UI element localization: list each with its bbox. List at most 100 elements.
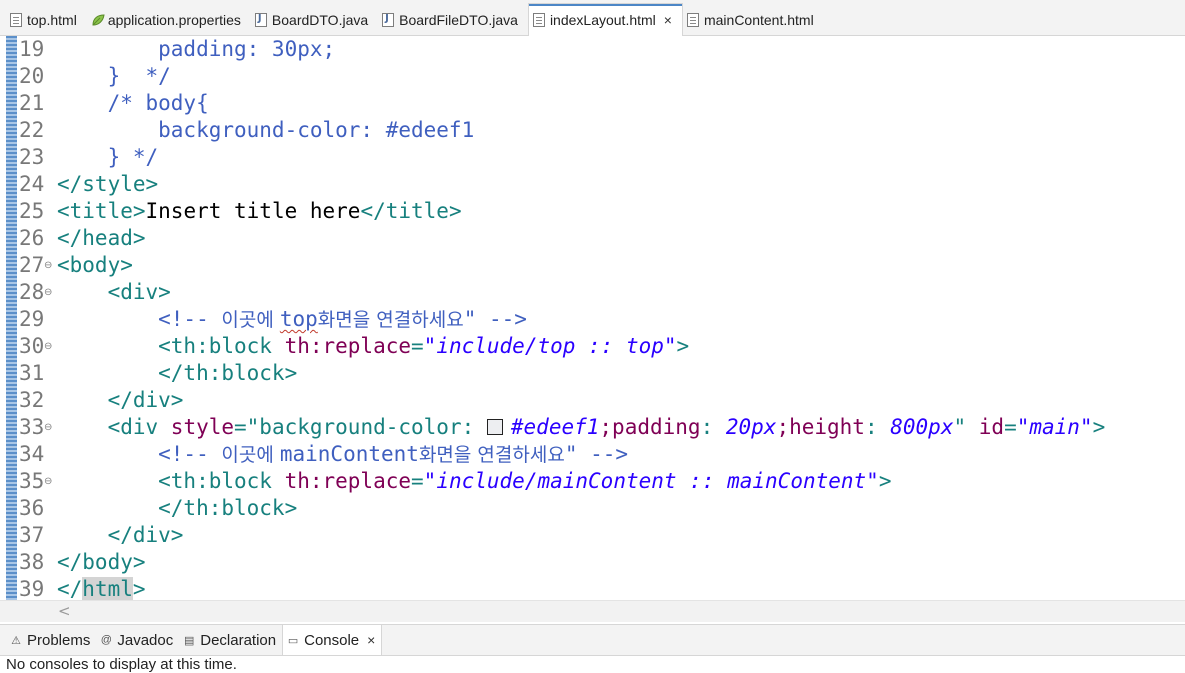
line-number: 20 bbox=[19, 64, 45, 88]
java-file-icon bbox=[382, 13, 395, 27]
editor-tab-label: indexLayout.html bbox=[549, 12, 656, 28]
code-token: <body> bbox=[57, 253, 133, 277]
line-number: 22 bbox=[19, 118, 45, 142]
code-token: <th:block bbox=[57, 469, 285, 493]
code-text: background-color: #edeef1 bbox=[57, 117, 474, 144]
panel-tab-console[interactable]: ▭ Console × bbox=[282, 625, 383, 655]
code-token: "include/mainContent :: mainContent" bbox=[423, 469, 879, 493]
code-token: </div> bbox=[57, 523, 184, 547]
javadoc-icon: @ bbox=[100, 634, 112, 646]
line-number: 21 bbox=[19, 91, 45, 115]
code-token: style bbox=[170, 415, 235, 439]
code-text: </div> bbox=[57, 522, 184, 549]
editor-tab-bar: top.html application.properties BoardDTO.j… bbox=[0, 0, 1185, 36]
editor-tab-boardfiledto-java[interactable]: BoardFileDTO.java bbox=[378, 5, 528, 35]
code-token: /* body{ bbox=[57, 91, 209, 115]
fold-toggle-icon[interactable]: ⊖ bbox=[44, 252, 52, 279]
editor-tab-maincontent-html[interactable]: mainContent.html bbox=[683, 5, 824, 35]
code-token: > bbox=[878, 469, 892, 493]
code-text: </html> bbox=[57, 576, 146, 600]
console-icon: ▭ bbox=[287, 634, 299, 647]
console-view: No consoles to display at this time. bbox=[0, 656, 1185, 673]
code-text: </th:block> bbox=[57, 495, 297, 522]
code-token: </style> bbox=[57, 172, 159, 196]
panel-tab-label: Javadoc bbox=[117, 631, 174, 649]
code-token: background-color: #edeef1 bbox=[57, 118, 475, 142]
line-number: 32 bbox=[19, 388, 45, 412]
code-token: " --> bbox=[463, 307, 527, 331]
editor-horizontal-scrollbar[interactable]: < bbox=[0, 600, 1185, 622]
scroll-left-arrow-icon[interactable]: < bbox=[58, 602, 71, 620]
fold-toggle-icon[interactable]: ⊖ bbox=[44, 414, 52, 441]
code-token: } */ bbox=[57, 64, 171, 88]
code-token: <div> bbox=[57, 280, 171, 304]
code-token: : bbox=[700, 415, 726, 439]
code-text: </head> bbox=[57, 225, 146, 252]
code-token: " --> bbox=[564, 442, 629, 466]
code-token: " bbox=[953, 415, 979, 439]
html-file-icon bbox=[10, 13, 22, 27]
code-text: <div> bbox=[57, 279, 171, 306]
line-number: 37 bbox=[19, 523, 45, 547]
code-token: 화면을 연결하세요 bbox=[317, 309, 464, 331]
code-token: = bbox=[411, 334, 424, 358]
fold-toggle-icon[interactable]: ⊖ bbox=[44, 468, 52, 495]
code-token: } */ bbox=[57, 145, 159, 169]
code-token: ;padding bbox=[599, 415, 701, 439]
code-token: </div> bbox=[57, 388, 184, 412]
code-token: : bbox=[864, 415, 891, 439]
console-empty-message: No consoles to display at this time. bbox=[6, 656, 237, 673]
code-token: </body> bbox=[57, 550, 146, 574]
line-number: 38 bbox=[19, 550, 45, 574]
declaration-icon: ▤ bbox=[184, 634, 195, 647]
editor-tab-boarddto-java[interactable]: BoardDTO.java bbox=[251, 5, 378, 35]
bottom-panel-tab-bar: ⚠ Problems @ Javadoc ▤ Declaration ▭ Console × bbox=[0, 624, 1185, 656]
line-number: 34 bbox=[19, 442, 45, 466]
code-token: th:replace bbox=[284, 469, 412, 493]
line-number: 29 bbox=[19, 307, 45, 331]
code-text: <body> bbox=[57, 252, 133, 279]
editor-tab-indexlayout-html[interactable]: indexLayout.html × bbox=[527, 3, 683, 36]
code-token: html bbox=[82, 577, 133, 600]
editor-tab-top-html[interactable]: top.html bbox=[6, 5, 87, 35]
editor-tab-label: BoardFileDTO.java bbox=[399, 12, 518, 28]
code-token: mainContent bbox=[279, 442, 419, 466]
problems-icon: ⚠ bbox=[11, 634, 21, 647]
line-number: 24 bbox=[19, 172, 45, 196]
panel-tab-label: Console bbox=[304, 631, 360, 649]
panel-tab-declaration[interactable]: ▤ Declaration bbox=[179, 625, 282, 655]
code-token: > bbox=[1092, 415, 1106, 439]
code-token: = bbox=[411, 469, 424, 493]
code-token: <!-- bbox=[57, 442, 222, 466]
code-token: </th:block> bbox=[57, 361, 298, 385]
code-text: <title>Insert title here</title> bbox=[57, 198, 462, 225]
code-token: "main" bbox=[1016, 415, 1093, 439]
code-token: "include/top :: top" bbox=[423, 334, 677, 358]
close-icon[interactable]: × bbox=[664, 12, 672, 28]
code-text: <div style="background-color: #edeef1;pa… bbox=[57, 414, 1106, 441]
code-token: padding: 30px; bbox=[57, 37, 336, 61]
code-text: <!-- 이곳에 top화면을 연결하세요" --> bbox=[57, 306, 527, 334]
code-token: 이곳에 bbox=[221, 309, 280, 331]
code-text: <!-- 이곳에 mainContent화면을 연결하세요" --> bbox=[57, 441, 628, 469]
code-token: Insert title here bbox=[145, 199, 361, 223]
code-token: 800px bbox=[890, 415, 954, 439]
code-token: <th:block bbox=[57, 334, 285, 358]
code-token: ;height bbox=[776, 415, 865, 439]
line-number: 36 bbox=[19, 496, 45, 520]
close-icon[interactable]: × bbox=[367, 632, 375, 648]
code-token: </title> bbox=[360, 199, 462, 223]
line-number: 31 bbox=[19, 361, 45, 385]
line-number: 26 bbox=[19, 226, 45, 250]
panel-tab-label: Problems bbox=[27, 631, 91, 649]
fold-toggle-icon[interactable]: ⊖ bbox=[44, 333, 52, 360]
panel-tab-javadoc[interactable]: @ Javadoc bbox=[96, 625, 179, 655]
code-token: > bbox=[132, 577, 146, 600]
code-token: ="background-color: bbox=[234, 415, 487, 439]
code-editor[interactable]: 19 padding: 30px; 20 } */ 21 /* body{22 ba… bbox=[0, 36, 1185, 600]
fold-toggle-icon[interactable]: ⊖ bbox=[44, 279, 52, 306]
editor-tab-application-properties[interactable]: application.properties bbox=[87, 5, 251, 35]
code-token: <!-- bbox=[57, 307, 222, 331]
panel-tab-problems[interactable]: ⚠ Problems bbox=[6, 625, 96, 655]
html-file-icon bbox=[686, 13, 699, 27]
